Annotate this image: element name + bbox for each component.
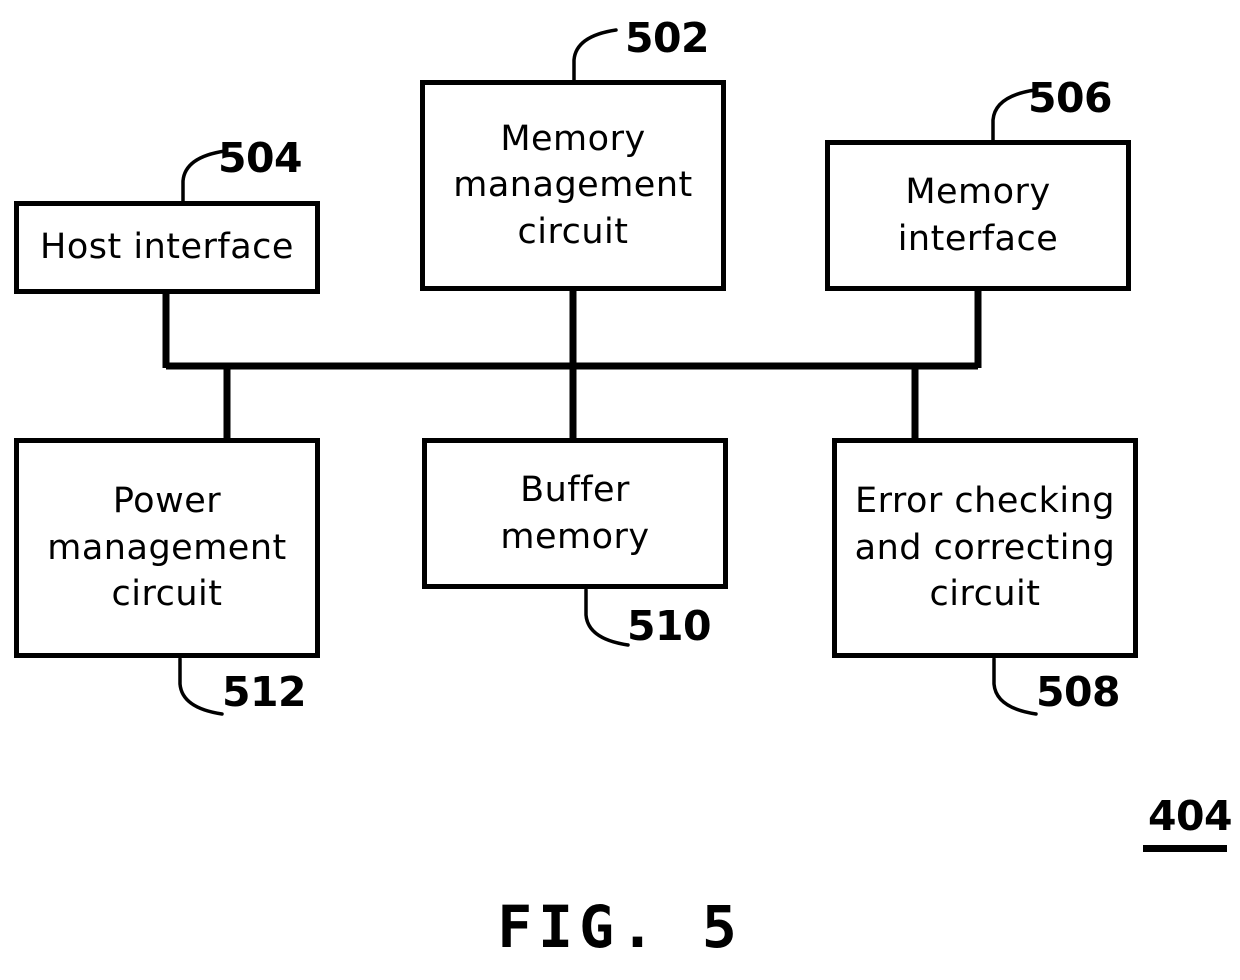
ref-number-502: 502 bbox=[625, 14, 710, 62]
block-error-checking-and-correcting-circuit-label: Error checking and correcting circuit bbox=[854, 481, 1116, 615]
leader-508 bbox=[992, 657, 1038, 716]
ref-number-512: 512 bbox=[222, 668, 307, 716]
block-host-interface[interactable]: Host interface bbox=[14, 201, 320, 294]
assembly-reference-underline bbox=[1143, 845, 1227, 852]
block-host-interface-label: Host interface bbox=[40, 227, 294, 268]
ref-number-506: 506 bbox=[1028, 74, 1113, 122]
assembly-reference-number: 404 bbox=[1148, 792, 1233, 840]
leader-502 bbox=[572, 28, 618, 88]
block-buffer-memory-label: Buffer memory bbox=[500, 469, 650, 557]
block-error-checking-and-correcting-circuit[interactable]: Error checking and correcting circuit bbox=[832, 438, 1138, 658]
ref-number-510: 510 bbox=[627, 602, 712, 650]
block-memory-management-circuit-label: Memory management circuit bbox=[453, 118, 693, 252]
ref-number-504: 504 bbox=[218, 134, 303, 182]
block-power-management-circuit-label: Power management circuit bbox=[47, 481, 287, 615]
block-power-management-circuit[interactable]: Power management circuit bbox=[14, 438, 320, 658]
figure-caption: FIG. 5 bbox=[497, 893, 743, 961]
leader-510 bbox=[584, 588, 630, 647]
block-memory-interface-label: Memory interface bbox=[897, 171, 1059, 259]
leader-512 bbox=[178, 657, 224, 716]
block-buffer-memory[interactable]: Buffer memory bbox=[422, 438, 728, 589]
ref-number-508: 508 bbox=[1036, 668, 1121, 716]
block-memory-management-circuit[interactable]: Memory management circuit bbox=[420, 80, 726, 291]
block-memory-interface[interactable]: Memory interface bbox=[825, 140, 1131, 291]
patent-figure-5: Memory management circuit 502 Host inter… bbox=[0, 0, 1240, 980]
